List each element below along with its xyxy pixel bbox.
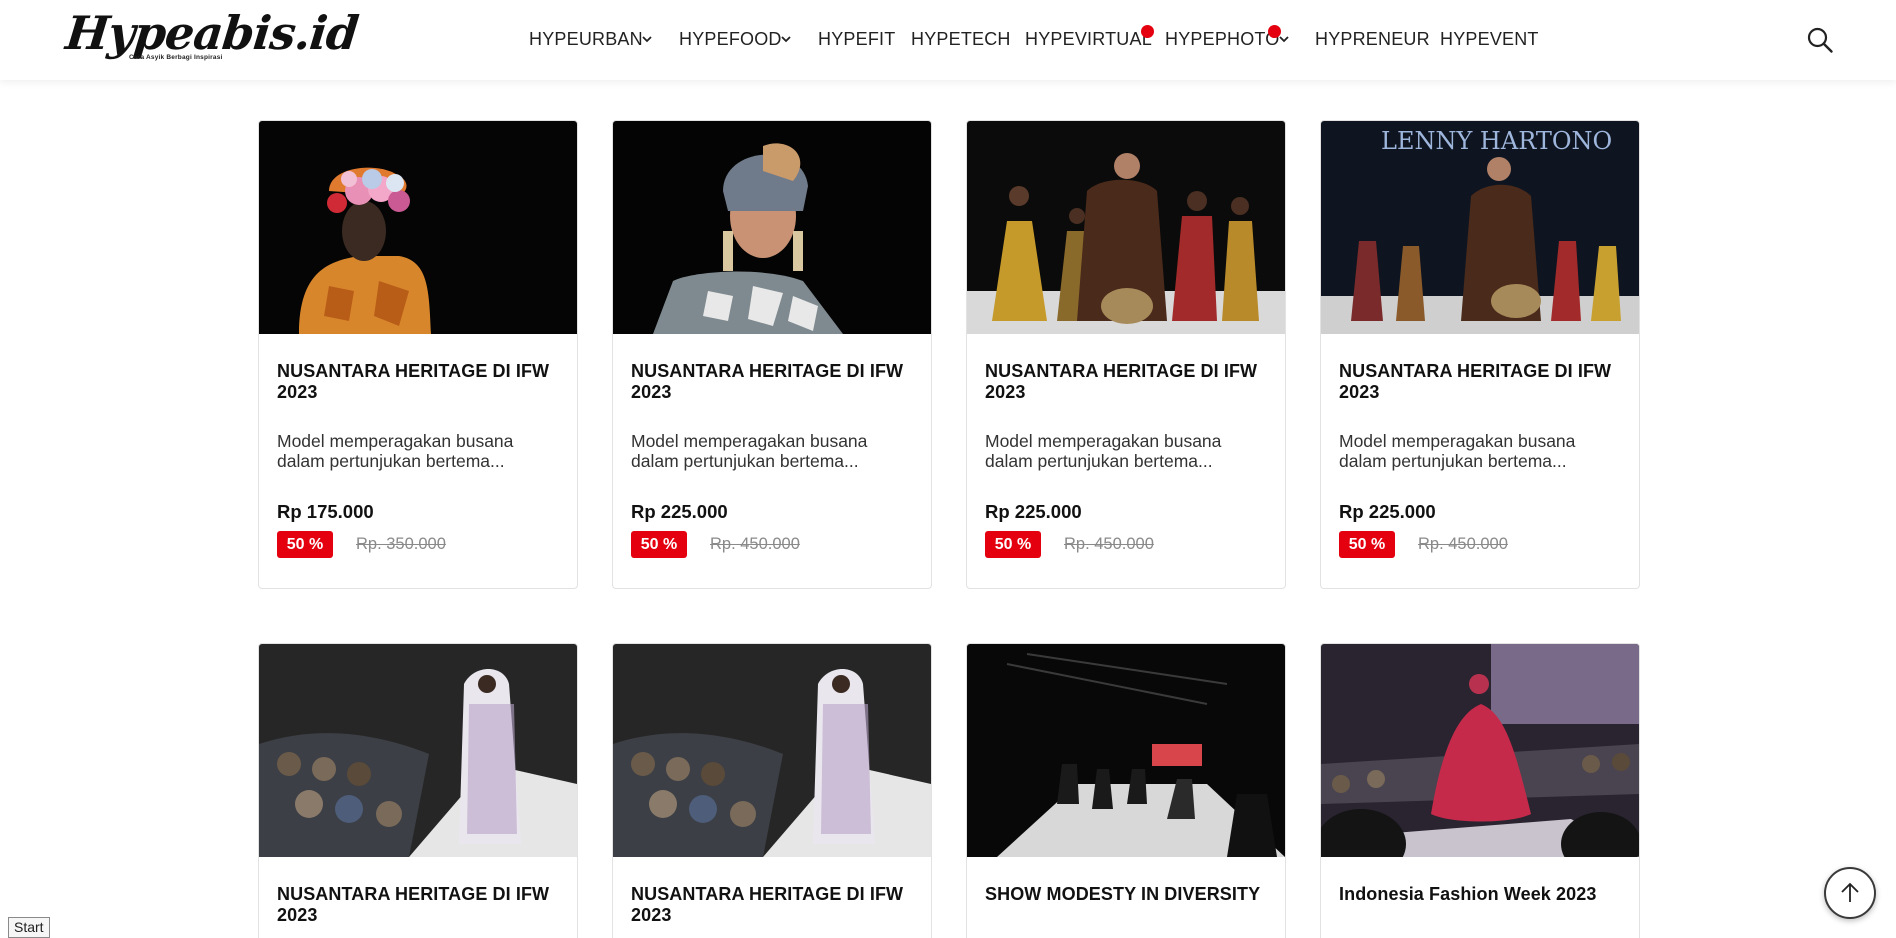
nav-item-hypefood[interactable]: HYPEFOOD xyxy=(679,29,782,50)
product-card[interactable]: NUSANTARA HERITAGE DI IFW 2023 Model mem… xyxy=(258,120,578,589)
product-card[interactable]: NUSANTARA HERITAGE DI IFW 2023 Model mem… xyxy=(966,120,1286,589)
product-title[interactable]: SHOW MODESTY IN DIVERSITY xyxy=(985,884,1269,905)
original-price: Rp. 450.000 xyxy=(710,535,800,553)
original-price: Rp. 350.000 xyxy=(356,535,446,553)
original-price: Rp. 450.000 xyxy=(1064,535,1154,553)
chevron-down-icon[interactable] xyxy=(781,36,791,43)
search-icon[interactable] xyxy=(1806,26,1834,54)
product-price: Rp 175.000 xyxy=(277,501,374,522)
product-image[interactable] xyxy=(613,644,931,857)
product-title[interactable]: NUSANTARA HERITAGE DI IFW 2023 xyxy=(631,884,915,926)
arrow-up-icon xyxy=(1841,882,1859,902)
product-image[interactable] xyxy=(613,121,931,334)
product-card[interactable]: LENNY HARTONO NUSANTARA HERITAGE DI IFW … xyxy=(1320,120,1640,589)
nav-item-hypeurban[interactable]: HYPEURBAN xyxy=(529,29,643,50)
product-card[interactable]: SHOW MODESTY IN DIVERSITY xyxy=(966,643,1286,938)
discount-badge: 50 % xyxy=(985,531,1041,558)
product-title[interactable]: NUSANTARA HERITAGE DI IFW 2023 xyxy=(277,361,561,403)
product-title[interactable]: NUSANTARA HERITAGE DI IFW 2023 xyxy=(631,361,915,403)
product-description: Model memperagakan busana dalam pertunju… xyxy=(985,431,1222,471)
original-price: Rp. 450.000 xyxy=(1418,535,1508,553)
notification-dot xyxy=(1141,25,1154,38)
product-card[interactable]: NUSANTARA HERITAGE DI IFW 2023 xyxy=(612,643,932,938)
product-description: Model memperagakan busana dalam pertunju… xyxy=(277,431,514,471)
product-price: Rp 225.000 xyxy=(631,501,728,522)
product-image[interactable] xyxy=(259,121,577,334)
product-image[interactable] xyxy=(967,121,1285,334)
product-description: Model memperagakan busana dalam pertunju… xyxy=(1339,431,1576,471)
chevron-down-icon[interactable] xyxy=(1279,36,1289,43)
product-title[interactable]: NUSANTARA HERITAGE DI IFW 2023 xyxy=(277,884,561,926)
nav-item-hypreneur[interactable]: HYPRENEUR xyxy=(1315,29,1430,50)
nav-item-hypevirtual[interactable]: HYPEVIRTUAL xyxy=(1025,29,1152,50)
product-image[interactable] xyxy=(1321,644,1639,857)
product-title[interactable]: Indonesia Fashion Week 2023 xyxy=(1339,884,1623,905)
scroll-to-top-button[interactable] xyxy=(1824,867,1876,919)
site-header: Hypeabis.id Cara Asyik Berbagi Inspirasi… xyxy=(0,0,1896,80)
product-card[interactable]: NUSANTARA HERITAGE DI IFW 2023 Model mem… xyxy=(612,120,932,589)
chevron-down-icon[interactable] xyxy=(642,36,652,43)
product-description: Model memperagakan busana dalam pertunju… xyxy=(631,431,868,471)
discount-badge: 50 % xyxy=(631,531,687,558)
product-image[interactable] xyxy=(967,644,1285,857)
product-title[interactable]: NUSANTARA HERITAGE DI IFW 2023 xyxy=(985,361,1269,403)
nav-item-hypefit[interactable]: HYPEFIT xyxy=(818,29,895,50)
product-card[interactable]: Indonesia Fashion Week 2023 xyxy=(1320,643,1640,938)
nav-item-hypephoto[interactable]: HYPEPHOTO xyxy=(1165,29,1280,50)
nav-item-hypevent[interactable]: HYPEVENT xyxy=(1440,29,1539,50)
product-title[interactable]: NUSANTARA HERITAGE DI IFW 2023 xyxy=(1339,361,1623,403)
discount-badge: 50 % xyxy=(277,531,333,558)
logo-tagline: Cara Asyik Berbagi Inspirasi xyxy=(129,54,223,61)
start-button[interactable]: Start xyxy=(8,917,50,938)
product-price: Rp 225.000 xyxy=(985,501,1082,522)
product-image[interactable] xyxy=(259,644,577,857)
product-card[interactable]: NUSANTARA HERITAGE DI IFW 2023 xyxy=(258,643,578,938)
product-image[interactable]: LENNY HARTONO xyxy=(1321,121,1639,334)
discount-badge: 50 % xyxy=(1339,531,1395,558)
image-sign-text: LENNY HARTONO xyxy=(1381,127,1612,155)
product-price: Rp 225.000 xyxy=(1339,501,1436,522)
logo-text: Hypeabis.id xyxy=(63,6,361,60)
nav-item-hypetech[interactable]: HYPETECH xyxy=(911,29,1011,50)
site-logo[interactable]: Hypeabis.id Cara Asyik Berbagi Inspirasi xyxy=(63,6,361,70)
